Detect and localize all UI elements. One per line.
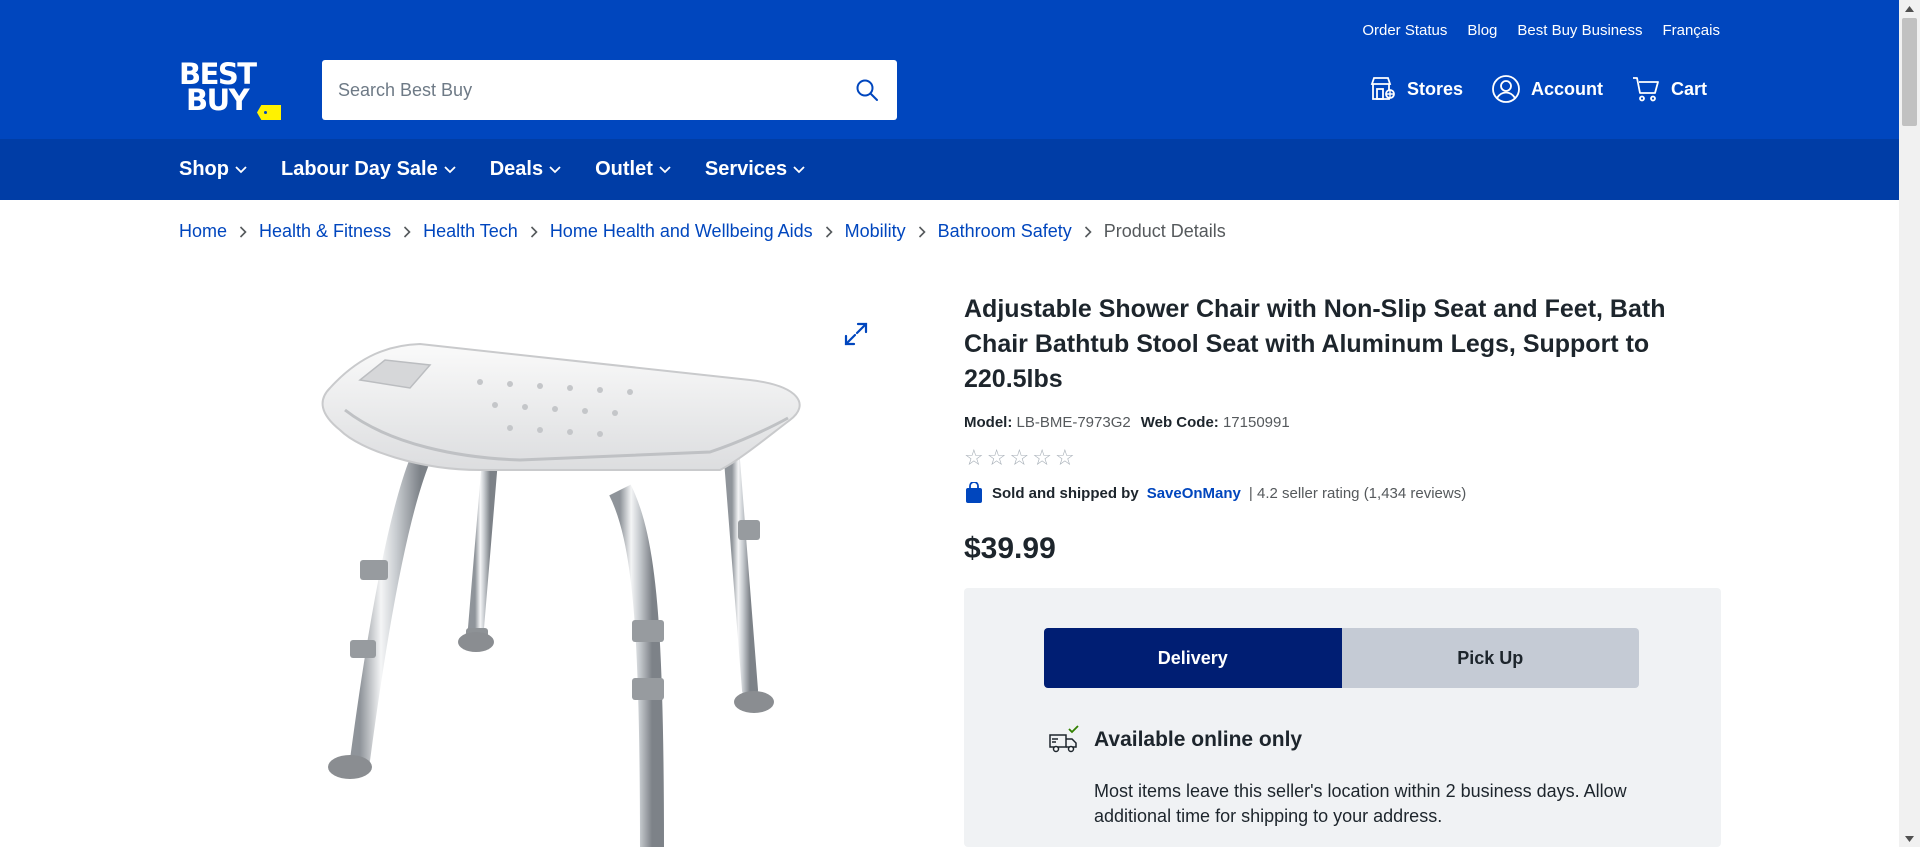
main-nav: Shop Labour Day Sale Deals Outlet Servic…: [0, 139, 1899, 200]
stores-button[interactable]: Stores: [1369, 75, 1463, 103]
availability: Available online only: [1048, 725, 1302, 755]
order-status-link[interactable]: Order Status: [1362, 22, 1447, 39]
breadcrumb-home[interactable]: Home: [179, 221, 227, 242]
chevron-right-icon: [237, 225, 249, 238]
nav-deals[interactable]: Deals: [490, 158, 561, 181]
breadcrumb-current: Product Details: [1103, 221, 1226, 241]
webcode-value: 17150991: [1222, 414, 1290, 431]
nav-outlet[interactable]: Outlet: [595, 158, 671, 181]
account-button[interactable]: Account: [1491, 74, 1603, 104]
francais-link[interactable]: Français: [1662, 22, 1720, 39]
top-header: Order Status Blog Best Buy Business Fran…: [0, 0, 1899, 139]
nav-labour-day-sale[interactable]: Labour Day Sale: [281, 158, 456, 181]
cart-button[interactable]: Cart: [1631, 74, 1707, 104]
nav-services-label: Services: [704, 158, 788, 180]
rating-stars[interactable]: ☆ ☆ ☆ ☆ ☆: [964, 447, 1075, 469]
star-icon: ☆: [986, 445, 1007, 470]
product-price: $39.99: [964, 532, 1056, 565]
scrollbar-thumb[interactable]: [1902, 18, 1917, 126]
chevron-down-icon: [235, 165, 247, 173]
breadcrumb: Home Health & Fitness Health Tech Home H…: [179, 221, 1226, 242]
delivery-truck-check-icon: [1049, 725, 1079, 753]
webcode-label: Web Code:: [1140, 414, 1219, 431]
scroll-up-button[interactable]: [1899, 0, 1920, 17]
pickup-tab[interactable]: Pick Up: [1341, 628, 1639, 688]
model-value: LB-BME-7973G2: [1016, 414, 1131, 431]
breadcrumb-home-health[interactable]: Home Health and Wellbeing Aids: [550, 221, 813, 242]
fulfillment-panel: Delivery Pick Up Available online only M…: [964, 588, 1721, 847]
page-scrollbar[interactable]: [1899, 0, 1920, 847]
scroll-down-button[interactable]: [1899, 830, 1920, 847]
seller-link[interactable]: SaveOnMany: [1147, 485, 1241, 502]
breadcrumb-health-tech[interactable]: Health Tech: [423, 221, 518, 242]
stores-label: Stores: [1406, 78, 1463, 99]
utility-links: Order Status Blog Best Buy Business Fran…: [1362, 22, 1720, 39]
nav-labour-day-sale-label: Labour Day Sale: [281, 158, 438, 180]
account-label: Account: [1530, 78, 1603, 99]
logo-tag-icon: [257, 105, 281, 120]
expand-image-button[interactable]: [843, 321, 869, 347]
nav-services[interactable]: Services: [705, 158, 805, 181]
star-icon: ☆: [1032, 445, 1052, 470]
model-group: Model: LB-BME-7973G2: [964, 414, 1131, 431]
chevron-down-icon: [549, 165, 561, 173]
nav-shop[interactable]: Shop: [179, 158, 247, 181]
nav-shop-label: Shop: [179, 158, 229, 180]
availability-title: Available online only: [1094, 728, 1303, 751]
model-label: Model:: [964, 414, 1013, 431]
search-input[interactable]: [338, 79, 853, 101]
chevron-right-icon: [916, 225, 928, 238]
shopping-bag-icon: [966, 482, 982, 503]
sold-by-label: Sold and shipped by: [992, 484, 1139, 502]
search-icon: [856, 79, 878, 101]
caret-down-icon: [1905, 835, 1914, 842]
chevron-right-icon: [401, 225, 413, 238]
account-icon: [1492, 75, 1520, 103]
star-icon: ☆: [1009, 445, 1030, 470]
caret-up-icon: [1905, 5, 1914, 12]
star-icon: ☆: [964, 445, 984, 470]
fulfillment-toggle: Delivery Pick Up: [1044, 628, 1639, 688]
chevron-right-icon: [823, 225, 835, 238]
nav-items: Shop Labour Day Sale Deals Outlet Servic…: [179, 139, 805, 200]
nav-deals-label: Deals: [489, 158, 544, 180]
shower-chair-image: [321, 342, 801, 847]
availability-description: Most items leave this seller's location …: [1094, 781, 1627, 826]
webcode-group: Web Code: 17150991: [1141, 414, 1290, 431]
product-title: Adjustable Shower Chair with Non-Slip Se…: [964, 295, 1666, 393]
breadcrumb-mobility[interactable]: Mobility: [845, 221, 906, 242]
chevron-down-icon: [444, 165, 456, 173]
store-icon: [1370, 77, 1395, 100]
search-bar: [322, 60, 897, 120]
chevron-right-icon: [528, 225, 540, 238]
model-info: Model: LB-BME-7973G2 Web Code: 17150991: [964, 414, 1290, 431]
chevron-right-icon: [1082, 225, 1094, 238]
best-buy-logo[interactable]: BEST BUY: [179, 60, 283, 123]
cart-icon: [1632, 77, 1659, 102]
breadcrumb-bathroom-safety[interactable]: Bathroom Safety: [938, 221, 1072, 242]
product-image[interactable]: [300, 310, 820, 847]
star-icon: ☆: [1054, 445, 1075, 470]
chevron-down-icon: [659, 165, 671, 173]
header-actions: Stores Account Cart: [1369, 74, 1707, 104]
expand-icon: [844, 322, 868, 346]
cart-label: Cart: [1670, 78, 1707, 99]
seller-info: Sold and shipped by SaveOnMany | 4.2 sel…: [964, 482, 1466, 504]
search-button[interactable]: [853, 76, 881, 104]
blog-link[interactable]: Blog: [1467, 22, 1497, 39]
delivery-tab[interactable]: Delivery: [1044, 628, 1342, 688]
chevron-down-icon: [793, 165, 805, 173]
breadcrumb-health-fitness[interactable]: Health & Fitness: [259, 221, 391, 242]
seller-rating: | 4.2 seller rating (1,434 reviews): [1248, 484, 1467, 502]
nav-outlet-label: Outlet: [595, 158, 653, 180]
best-buy-business-link[interactable]: Best Buy Business: [1517, 22, 1642, 39]
